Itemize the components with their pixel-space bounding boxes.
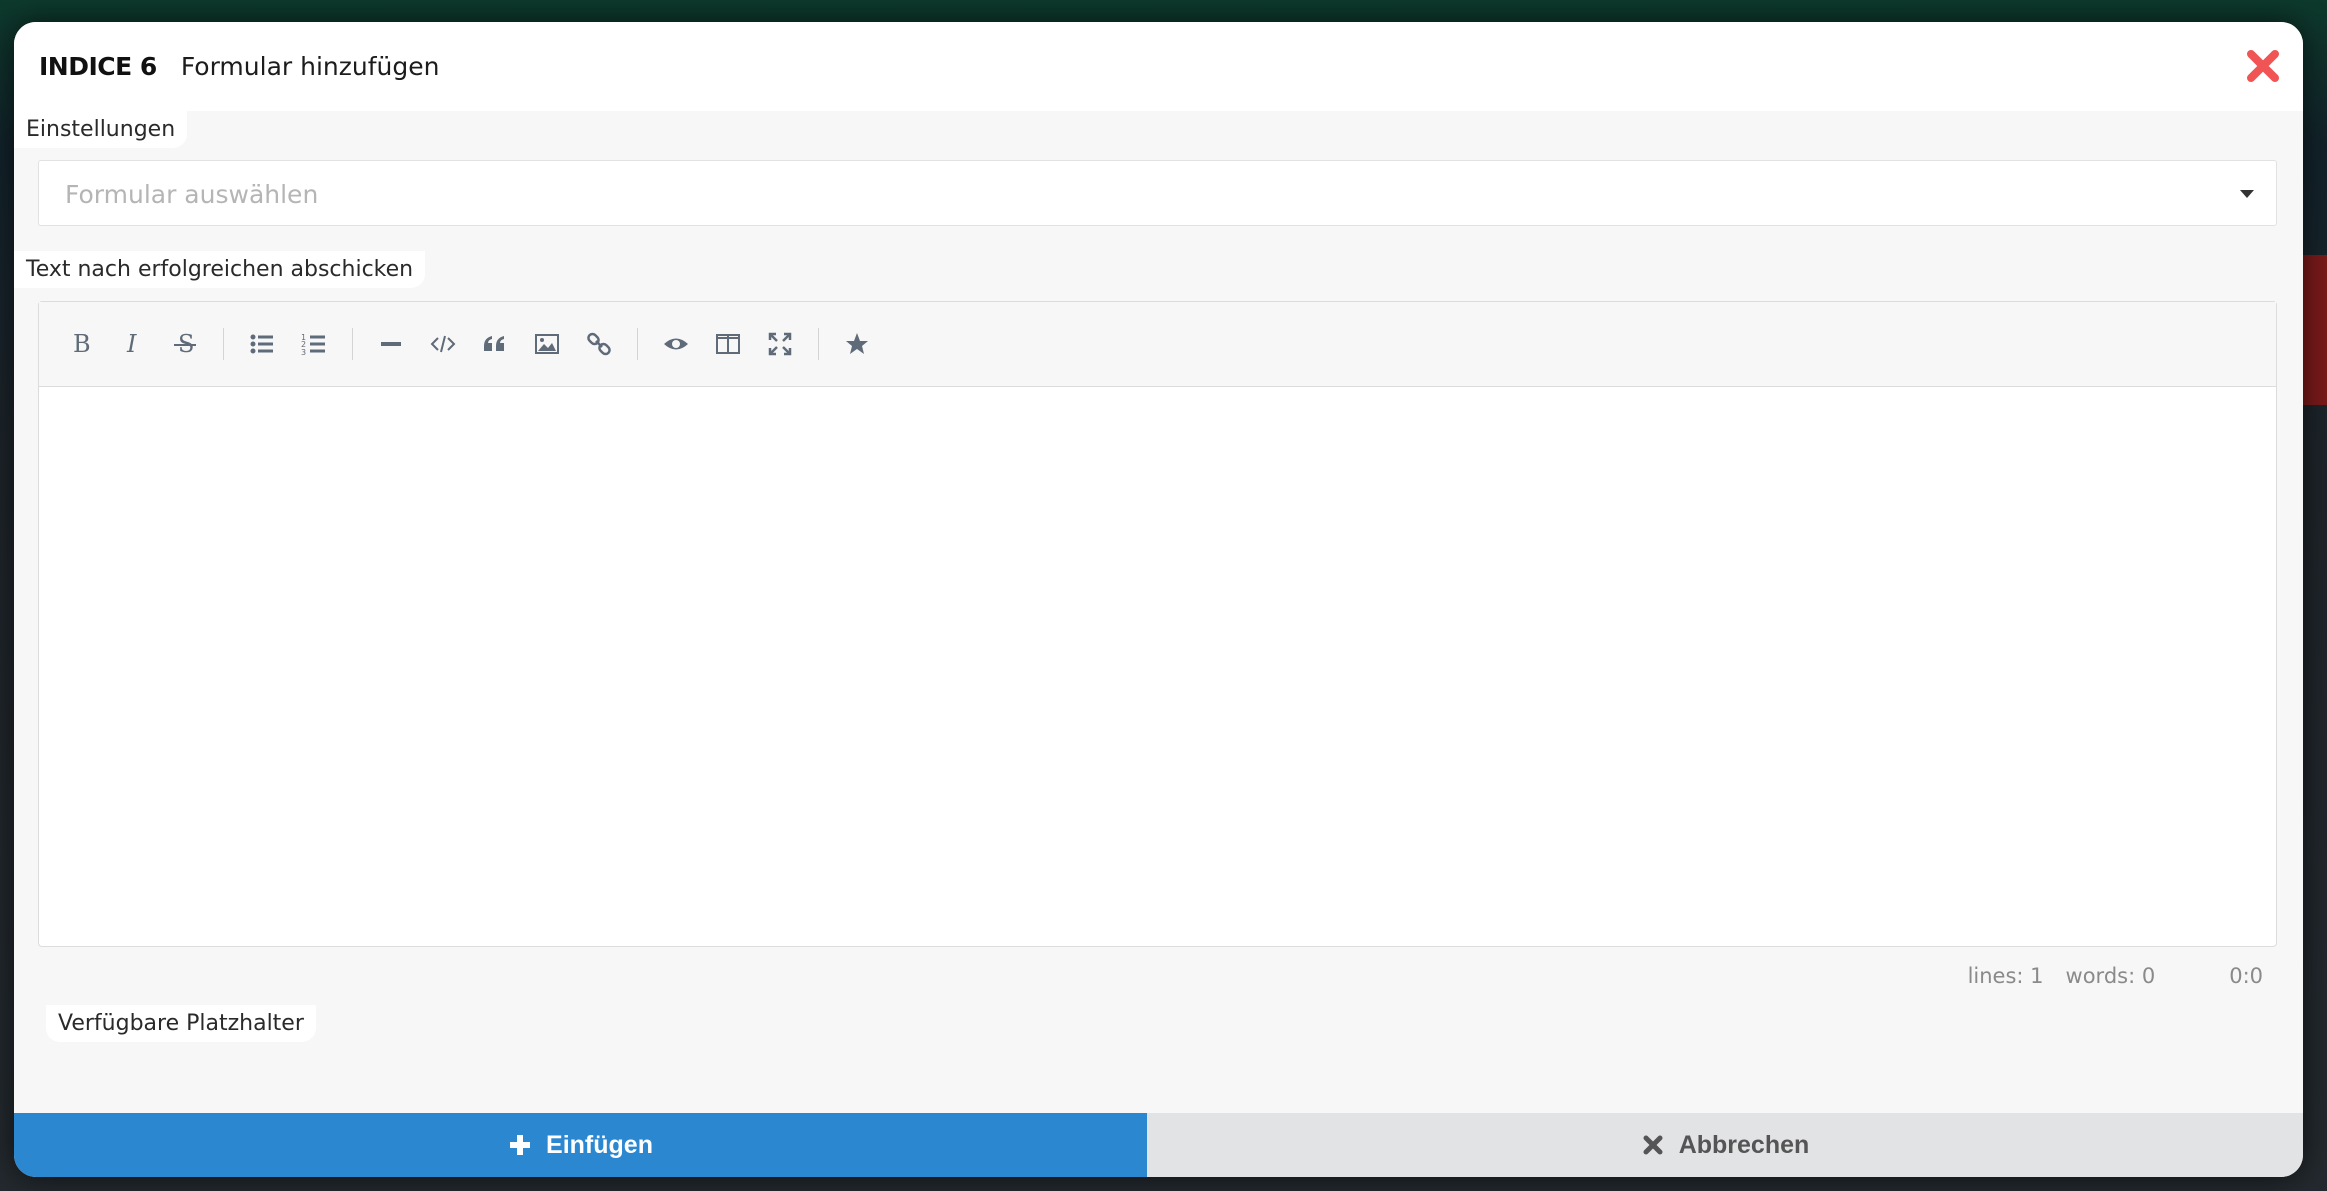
toolbar-separator (223, 328, 224, 360)
image-icon[interactable] (521, 318, 573, 370)
toolbar-separator (818, 328, 819, 360)
toolbar-separator (637, 328, 638, 360)
quote-icon[interactable] (469, 318, 521, 370)
editor-text-area[interactable] (39, 387, 2276, 946)
modal-footer: Einfügen Abbrechen (14, 1113, 2303, 1177)
strikethrough-icon[interactable]: S (159, 318, 211, 370)
svg-text:I: I (126, 330, 137, 358)
editor-status-bar: lines: 1 words: 0 0:0 (1968, 964, 2263, 988)
words-count: words: 0 (2065, 964, 2156, 988)
toolbar-separator (352, 328, 353, 360)
plus-icon (508, 1133, 532, 1157)
unordered-list-icon[interactable] (236, 318, 288, 370)
close-icon[interactable] (2243, 46, 2283, 86)
cancel-button[interactable]: Abbrechen (1147, 1113, 2303, 1177)
ordered-list-icon[interactable]: 123 (288, 318, 340, 370)
fullscreen-icon[interactable] (754, 318, 806, 370)
code-icon[interactable] (417, 318, 469, 370)
lines-count: lines: 1 (1967, 964, 2044, 988)
success-text-section-label: Text nach erfolgreichen abschicken (14, 251, 426, 288)
cancel-button-label: Abbrechen (1678, 1130, 1810, 1159)
svg-text:3: 3 (301, 348, 306, 357)
insert-button-label: Einfügen (546, 1130, 653, 1159)
svg-text:B: B (73, 330, 91, 358)
side-by-side-icon[interactable] (702, 318, 754, 370)
horizontal-rule-icon[interactable] (365, 318, 417, 370)
italic-icon[interactable]: I (107, 318, 159, 370)
indice-label: INDICE 6 (39, 52, 157, 81)
editor-toolbar: B I S 123 (39, 302, 2276, 387)
link-icon[interactable] (573, 318, 625, 370)
placeholders-section-label: Verfügbare Platzhalter (46, 1005, 316, 1042)
chevron-down-icon (2240, 190, 2254, 198)
insert-button[interactable]: Einfügen (14, 1113, 1147, 1177)
times-icon (1641, 1133, 1665, 1157)
preview-icon[interactable] (650, 318, 702, 370)
form-select[interactable]: Formular auswählen (38, 160, 2277, 226)
modal-title: Formular hinzufügen (180, 52, 440, 81)
bold-icon[interactable]: B (55, 318, 107, 370)
add-form-modal: INDICE 6 Formular hinzufügen Einstellung… (14, 22, 2303, 1177)
cursor-position: 0:0 (2229, 964, 2263, 988)
modal-header: INDICE 6 Formular hinzufügen (14, 22, 2303, 111)
markdown-editor: B I S 123 (38, 301, 2277, 947)
settings-section-label: Einstellungen (14, 111, 188, 148)
star-icon[interactable] (831, 318, 883, 370)
form-select-placeholder: Formular auswählen (65, 180, 319, 209)
